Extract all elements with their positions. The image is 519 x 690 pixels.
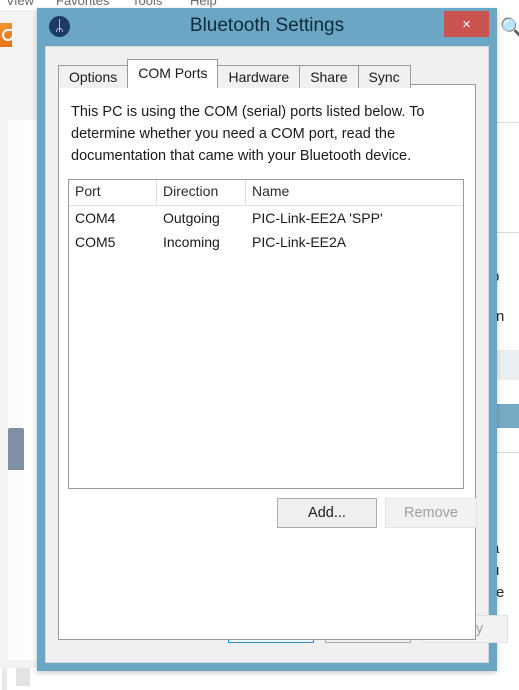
- close-icon[interactable]: ×: [444, 11, 489, 37]
- background-status-tick: [16, 668, 30, 686]
- table-row[interactable]: COM5 Incoming PIC-Link-EE2A: [69, 230, 463, 254]
- magnifier-icon[interactable]: 🔍: [500, 16, 519, 40]
- page-description: This PC is using the COM (serial) ports …: [71, 104, 425, 164]
- com-ports-header-row: Port Direction Name: [69, 180, 463, 206]
- menu-item-view[interactable]: View: [6, 0, 34, 8]
- background-scrollbar-thumb[interactable]: [8, 428, 24, 470]
- tab-options[interactable]: Options: [58, 65, 129, 88]
- column-header-name[interactable]: Name: [246, 180, 463, 205]
- background-scrollbar-track[interactable]: [8, 120, 24, 660]
- com-ports-list[interactable]: Port Direction Name COM4 Outgoing PIC-Li…: [68, 179, 464, 489]
- menu-item-help[interactable]: Help: [190, 0, 217, 8]
- menu-item-favorites[interactable]: Favorites: [56, 0, 109, 8]
- menu-item-tools[interactable]: Tools: [132, 0, 162, 8]
- tab-com-ports[interactable]: COM Ports: [127, 59, 219, 85]
- column-header-port[interactable]: Port: [69, 180, 157, 205]
- cell-port: COM4: [75, 210, 116, 226]
- background-status-bar: [0, 668, 519, 690]
- tab-sync[interactable]: Sync: [357, 65, 411, 88]
- cell-direction: Incoming: [163, 234, 220, 250]
- dialog-title-bar[interactable]: ᛦ Bluetooth Settings ×: [37, 8, 497, 46]
- background-status-tick: [2, 668, 7, 690]
- dialog-title: Bluetooth Settings: [189, 15, 345, 36]
- cell-name: PIC-Link-EE2A: [252, 234, 347, 250]
- cell-name: PIC-Link-EE2A 'SPP': [252, 210, 383, 226]
- tab-share[interactable]: Share: [299, 65, 359, 88]
- tab-hardware[interactable]: Hardware: [217, 65, 301, 88]
- list-action-buttons: Add... Remove: [59, 498, 477, 530]
- add-button[interactable]: Add...: [277, 498, 377, 528]
- bluetooth-settings-dialog: ᛦ Bluetooth Settings × Options COM Ports…: [37, 8, 508, 671]
- cell-port: COM5: [75, 234, 116, 250]
- table-row[interactable]: COM4 Outgoing PIC-Link-EE2A 'SPP': [69, 206, 463, 230]
- column-header-direction[interactable]: Direction: [157, 180, 246, 205]
- remove-button: Remove: [385, 498, 477, 528]
- dialog-body: Options COM Ports Hardware Share Sync Th…: [45, 46, 508, 663]
- tab-page-com-ports: This PC is using the COM (serial) ports …: [58, 84, 477, 640]
- feed-icon: [0, 23, 14, 47]
- cell-direction: Outgoing: [163, 210, 220, 226]
- tab-strip: Options COM Ports Hardware Share Sync: [58, 59, 411, 88]
